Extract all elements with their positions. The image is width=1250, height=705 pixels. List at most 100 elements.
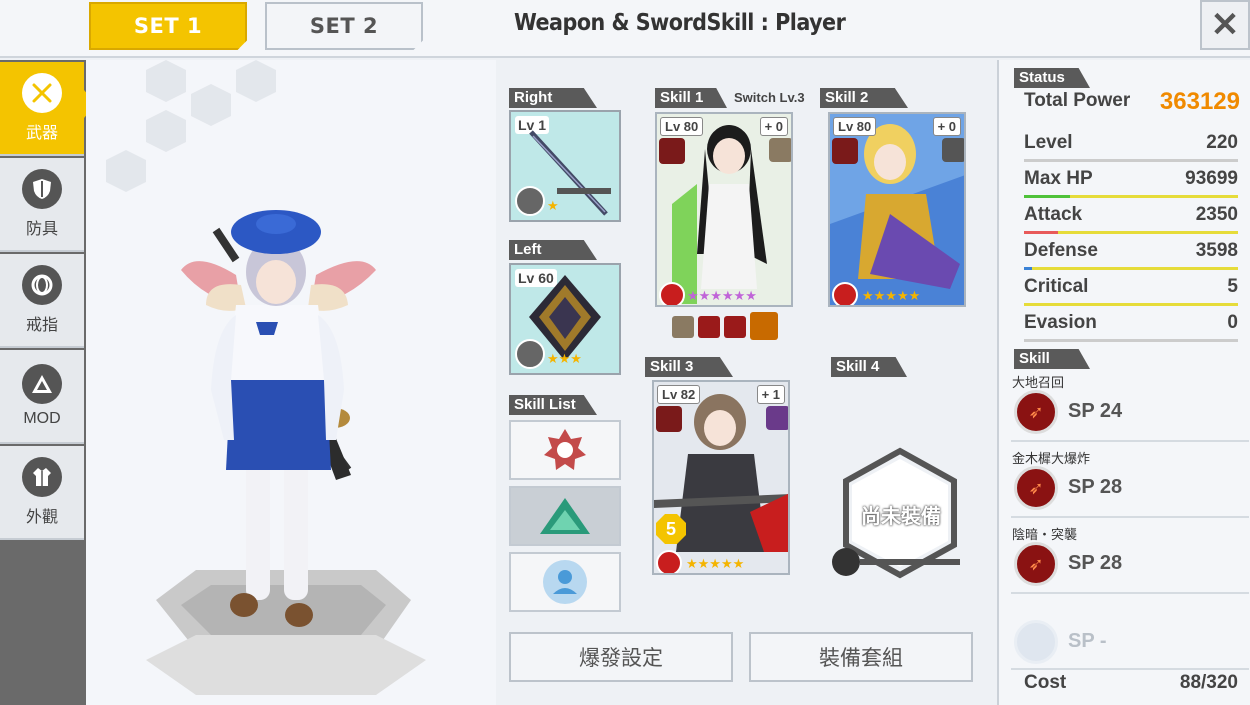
attack-bar [1024,231,1058,234]
fire-slash-icon[interactable]: ➶ [1014,466,1058,510]
shield-type-icon [515,339,545,369]
slash-icon [832,138,858,164]
skill3-level: Lv 82 [657,385,701,404]
triangle-icon [540,498,590,534]
maxhp-bar [1024,195,1070,198]
skill-item-1-sp: SP 24 [1068,400,1123,422]
evasion-label: Evasion [1024,312,1097,333]
outfit-icon [22,457,62,497]
sparkle-icon [942,138,964,162]
attack-value: 2350 [1195,204,1238,225]
critical-value: 5 [1227,276,1238,297]
stat-row-critical: Critical 5 [1024,272,1238,306]
nav-item-weapon[interactable]: 武器 [0,62,96,156]
nav-item-mod[interactable]: MOD [0,350,84,444]
level-value: 220 [1206,132,1238,153]
sword-type-icon [515,186,545,216]
right-weapon-stars: ★ [547,198,559,213]
slash-icon [698,316,720,338]
nav-label-mod: MOD [23,410,61,427]
character-viewport[interactable] [86,60,496,705]
ring-icon [22,265,62,305]
shield-icon [22,169,62,209]
left-weapon-stars: ★★★ [547,351,582,366]
fire-slash-icon[interactable]: ➶ [1014,542,1058,586]
close-icon: ✕ [1210,6,1240,44]
skill4-empty-text: 尚未裝備 [861,505,941,528]
box-icon [672,316,694,338]
stat-row-attack: Attack 2350 [1024,200,1238,234]
divider [1011,516,1249,518]
nav-item-ring[interactable]: 戒指 [0,254,84,348]
cost-label: Cost [1024,672,1067,693]
skill1-switch-level: Switch Lv.3 [734,90,805,105]
level-label: Level [1024,132,1073,153]
skill4-label: Skill 4 [831,357,907,377]
nav-label-weapon: 武器 [25,125,58,142]
skill1-card[interactable]: Lv 80 + 0 ★★★★★★ [655,112,793,307]
total-power-label: Total Power [1024,90,1131,111]
right-weapon-slot[interactable]: Lv 1 ★ [509,110,621,222]
person-icon [543,560,587,604]
sword-skill-icon [659,282,685,305]
stat-row-evasion: Evasion 0 [1024,308,1238,342]
status-header: Status [1014,68,1090,88]
skill3-label: Skill 3 [645,357,733,377]
mod-icon [22,364,62,404]
attack-label: Attack [1024,204,1083,225]
skill3-plus: + 1 [756,385,785,404]
skill-item-1-name: 大地召回 [1012,375,1065,390]
nav-item-outfit[interactable]: 外觀 [0,446,84,540]
equipment-set-button[interactable]: 裝備套組 [749,632,973,682]
divider [1011,668,1249,670]
skill2-plus: + 0 [932,117,961,136]
page-title: Weapon & SwordSkill : Player [514,10,846,36]
skill-list-button-1[interactable] [509,420,621,480]
divider [1011,592,1249,594]
nav-label-ring: 戒指 [25,317,58,334]
skill-item-2-name: 金木樨大爆炸 [1012,451,1091,466]
rank-badge: 5 [656,514,686,544]
skill1-level: Lv 80 [660,117,704,136]
nav-label-armor: 防具 [25,221,58,238]
defense-label: Defense [1024,240,1098,261]
sword-icon [22,73,62,113]
skill-header: Skill [1014,349,1090,369]
cost-value: 88/320 [1179,672,1238,693]
empty-skill-icon[interactable] [1014,620,1058,664]
stat-row-maxhp: Max HP 93699 [1024,164,1238,198]
nav-label-outfit: 外觀 [25,509,58,526]
nav-item-armor[interactable]: 防具 [0,158,84,252]
skill-item-4-sp: SP - [1068,630,1107,652]
character-model [106,60,426,695]
skill-item-3-name: 陰暗・突襲 [1012,527,1078,542]
maxhp-value: 93699 [1185,168,1238,189]
burst-settings-button[interactable]: 爆發設定 [509,632,733,682]
skill-list-button-3[interactable] [509,552,621,612]
sword-skill-icon [832,282,858,305]
defense-bar [1024,267,1032,270]
skill3-card[interactable]: Lv 82 + 1 5 ★★★★★ [652,380,790,575]
slash-icon [656,406,682,432]
skill2-card[interactable]: Lv 80 + 0 ★★★★★ [828,112,966,307]
close-button[interactable]: ✕ [1200,0,1250,50]
tab-set2[interactable]: SET 2 [265,2,423,50]
total-power-value: 363129 [1159,88,1240,115]
divider [1011,440,1249,442]
fire-slash-icon[interactable]: ➶ [1014,390,1058,434]
stat-row-level: Level 220 [1024,128,1238,162]
left-weapon-slot[interactable]: Lv 60 ★★★ [509,263,621,375]
burst-icon [750,312,778,340]
sword-skill-icon [656,550,682,573]
tab-set1[interactable]: SET 1 [89,2,247,50]
critical-label: Critical [1024,276,1089,297]
box-icon [769,138,791,162]
right-weapon-label: Right [509,88,597,108]
skill-list-button-2[interactable] [509,486,621,546]
maxhp-label: Max HP [1024,168,1093,189]
skill2-stars: ★★★★★ [862,288,921,303]
moon-icon [766,406,788,430]
right-panel: Status Total Power 363129 Level 220 Max … [997,60,1250,705]
crest-icon [544,429,586,470]
left-weapon-label: Left [509,240,597,260]
